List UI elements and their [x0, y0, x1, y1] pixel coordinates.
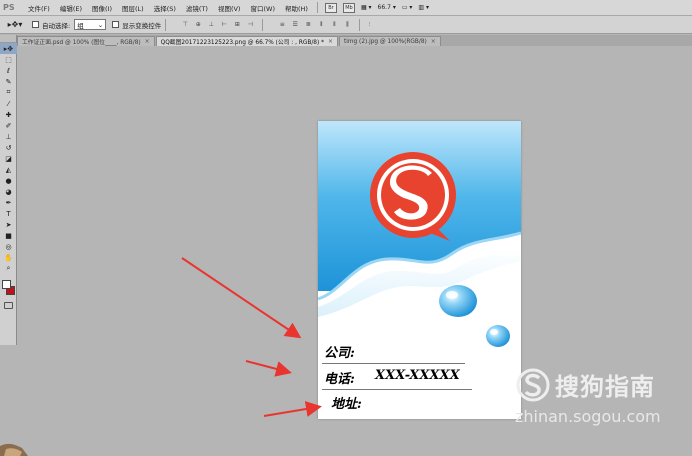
- menu-image[interactable]: 图像(I): [87, 3, 117, 13]
- watermark-url: zhinan.sogou.com: [515, 407, 661, 426]
- options-separator: [262, 18, 264, 31]
- marquee-tool-icon[interactable]: ⬚: [0, 54, 17, 65]
- distribute-left-icon[interactable]: ⦀: [316, 19, 326, 30]
- distribute-hcenter-icon[interactable]: ⫴: [329, 19, 339, 30]
- close-icon[interactable]: ×: [145, 38, 150, 45]
- align-vcenter-icon[interactable]: ⊕: [193, 19, 203, 30]
- move-tool-preset-icon[interactable]: ▸✥▾: [4, 18, 26, 32]
- menu-edit[interactable]: 编辑(E): [55, 3, 87, 13]
- bottom-corner-decoration: [0, 443, 28, 456]
- lasso-tool-icon[interactable]: ℓ: [0, 65, 17, 76]
- photoshop-logo: PS: [3, 3, 15, 12]
- pen-tool-icon[interactable]: ✒: [0, 197, 17, 208]
- align-hcenter-icon[interactable]: ⊞: [232, 19, 242, 30]
- arrange-documents-dropdown[interactable]: ▥ ▾: [418, 4, 429, 11]
- tab-document-3[interactable]: timg (2).jpg @ 100%(RGB/8) ×: [339, 36, 441, 46]
- screen-mode-dropdown[interactable]: ▭ ▾: [402, 4, 413, 11]
- company-label[interactable]: 公司:: [324, 342, 355, 361]
- menu-window[interactable]: 窗口(W): [245, 3, 280, 13]
- zoom-tool-icon[interactable]: ⌕: [0, 263, 17, 274]
- zoom-level: 66.7: [377, 4, 391, 11]
- options-bar: ▸✥▾ 自动选择: 组 ⌄ 显示变换控件 ⊤ ⊕ ⊥ ⊢ ⊞ ⊣ ≡ ☰ ≣ ⦀…: [0, 16, 692, 34]
- align-bottom-icon[interactable]: ⊥: [206, 19, 216, 30]
- toolbox: ▸✥ ⬚ ℓ ✎ ⌗ ⁄ ✚ ✐ ⊥ ↺ ◪ ◭ ● ◕ ✒ T ➤ ■ ◎ ✋…: [0, 35, 17, 345]
- align-top-icon[interactable]: ⊤: [180, 19, 190, 30]
- sogou-watermark-icon: [516, 368, 550, 402]
- history-brush-tool-icon[interactable]: ↺: [0, 142, 17, 153]
- mini-bridge-icon[interactable]: Mb: [342, 2, 355, 13]
- company-underline: [322, 363, 465, 364]
- tab-document-1[interactable]: 工作证正面.psd @ 100% (图位____, RGB/8) ×: [17, 36, 155, 46]
- show-transform-box[interactable]: [112, 21, 120, 28]
- options-separator: [165, 18, 167, 31]
- distribute-buttons: ≡ ☰ ≣ ⦀ ⫴ ⫼: [277, 19, 355, 30]
- dodge-tool-icon[interactable]: ◕: [0, 186, 17, 197]
- quick-mask-icon[interactable]: [4, 302, 13, 309]
- phone-value[interactable]: XXX-XXXXX: [375, 368, 460, 383]
- hand-tool-icon[interactable]: ✋: [0, 252, 17, 263]
- menu-file[interactable]: 文件(F): [23, 3, 55, 13]
- close-icon[interactable]: ×: [328, 38, 333, 45]
- view-extras-dropdown[interactable]: ▦ ▾: [361, 4, 372, 11]
- eraser-tool-icon[interactable]: ◪: [0, 153, 17, 164]
- type-tool-icon[interactable]: T: [0, 208, 17, 219]
- paint-bucket-tool-icon[interactable]: ◭: [0, 164, 17, 175]
- quick-select-tool-icon[interactable]: ✎: [0, 76, 17, 87]
- tab-label: QQ截图20171223125223.png @ 66.7% (公司 : , R…: [160, 40, 324, 46]
- foreground-color-swatch[interactable]: [2, 280, 11, 289]
- clone-stamp-tool-icon[interactable]: ⊥: [0, 131, 17, 142]
- eyedropper-tool-icon[interactable]: ⁄: [0, 98, 17, 109]
- menu-layer[interactable]: 图层(L): [117, 3, 149, 13]
- document-canvas[interactable]: 公司: 电话: XXX-XXXXX 地址:: [318, 121, 521, 419]
- auto-select-label: 自动选择:: [42, 21, 71, 30]
- close-icon[interactable]: ×: [431, 38, 436, 45]
- brush-tool-icon[interactable]: ✐: [0, 120, 17, 131]
- chevron-down-icon: ⌄: [97, 20, 104, 29]
- show-transform-checkbox[interactable]: 显示变换控件: [112, 20, 161, 30]
- phone-underline: [322, 389, 472, 390]
- menu-separator: [316, 2, 318, 13]
- menu-bar: PS 文件(F) 编辑(E) 图像(I) 图层(L) 选择(S) 滤镜(T) 视…: [0, 0, 692, 16]
- shape-tool-icon[interactable]: ■: [0, 230, 17, 241]
- bridge-icon[interactable]: Br: [324, 2, 337, 13]
- menu-help[interactable]: 帮助(H): [280, 3, 313, 13]
- show-transform-label: 显示变换控件: [122, 21, 162, 30]
- auto-align-layers-icon[interactable]: ⫶: [364, 19, 374, 30]
- distribute-vcenter-icon[interactable]: ☰: [290, 19, 300, 30]
- tab-label: 工作证正面.psd @ 100% (图位____, RGB/8): [22, 40, 141, 46]
- auto-select-value: 组: [77, 21, 84, 30]
- path-selection-tool-icon[interactable]: ➤: [0, 219, 17, 230]
- color-swatches: [0, 278, 17, 298]
- auto-select-checkbox[interactable]: 自动选择:: [32, 20, 70, 30]
- menu-filter[interactable]: 滤镜(T): [181, 3, 213, 13]
- move-tool-icon[interactable]: ▸✥: [0, 43, 17, 54]
- options-separator: [359, 18, 361, 31]
- tab-label: timg (2).jpg @ 100%(RGB/8): [344, 38, 427, 45]
- crop-tool-icon[interactable]: ⌗: [0, 87, 17, 98]
- align-right-icon[interactable]: ⊣: [245, 19, 255, 30]
- distribute-top-icon[interactable]: ≡: [277, 19, 287, 30]
- watermark-title: 搜狗指南: [555, 373, 655, 401]
- auto-select-box[interactable]: [32, 21, 39, 28]
- zoom-dropdown[interactable]: 66.7 ▾: [378, 4, 396, 11]
- address-label[interactable]: 地址:: [331, 393, 362, 412]
- 3d-rotate-tool-icon[interactable]: ◎: [0, 241, 17, 252]
- align-left-icon[interactable]: ⊢: [219, 19, 229, 30]
- toolbox-grip[interactable]: [0, 35, 16, 43]
- align-buttons: ⊤ ⊕ ⊥ ⊢ ⊞ ⊣: [180, 19, 258, 30]
- distribute-bottom-icon[interactable]: ≣: [303, 19, 313, 30]
- phone-label[interactable]: 电话:: [324, 368, 355, 387]
- document-tab-bar: 工作证正面.psd @ 100% (图位____, RGB/8) × QQ截图2…: [17, 35, 692, 46]
- auto-select-dropdown[interactable]: 组 ⌄: [74, 19, 107, 30]
- sogou-watermark: 搜狗指南 zhinan.sogou.com: [515, 367, 675, 429]
- blur-tool-icon[interactable]: ●: [0, 175, 17, 186]
- healing-brush-tool-icon[interactable]: ✚: [0, 109, 17, 120]
- menu-select[interactable]: 选择(S): [149, 3, 181, 13]
- distribute-right-icon[interactable]: ⫼: [342, 19, 352, 30]
- menu-view[interactable]: 视图(V): [213, 3, 246, 13]
- tab-document-2[interactable]: QQ截图20171223125223.png @ 66.7% (公司 : , R…: [155, 36, 338, 46]
